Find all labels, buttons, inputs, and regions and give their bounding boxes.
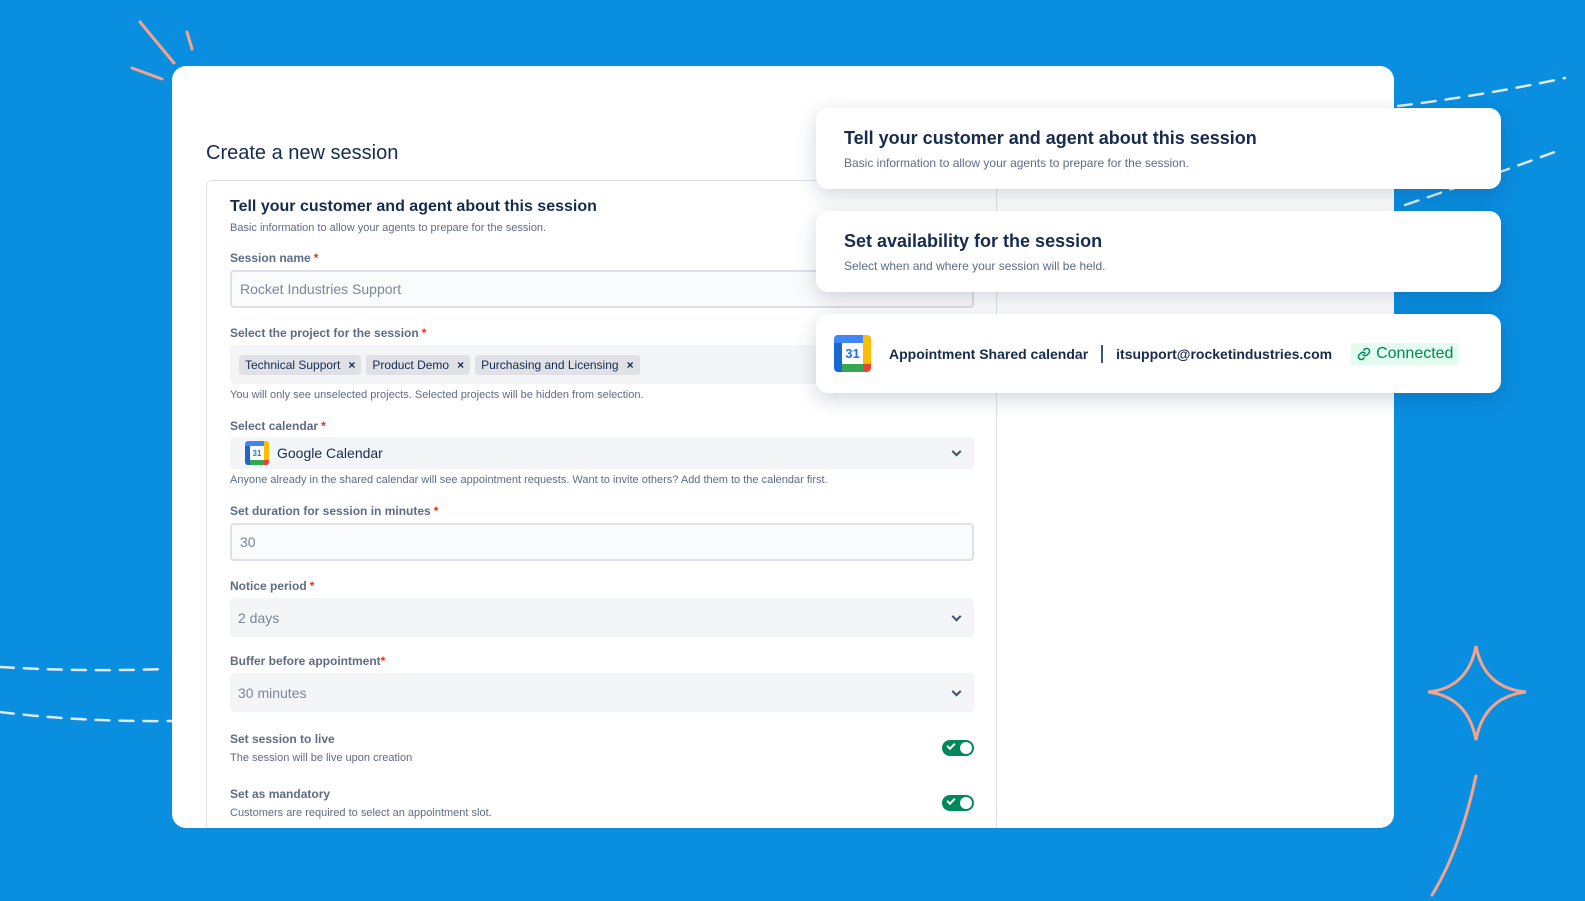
connected-calendar-email: itsupport@rocketindustries.com (1116, 345, 1333, 362)
remove-tag-icon[interactable]: × (348, 358, 355, 372)
page-title: Create a new session (206, 142, 399, 164)
info-card-title: Tell your customer and agent about this … (844, 128, 1257, 148)
connected-status-badge: Connected (1351, 342, 1460, 365)
info-summary-card: Tell your customer and agent about this … (816, 108, 1501, 189)
buffer-select[interactable]: 30 minutes (230, 673, 974, 712)
remove-tag-icon[interactable]: × (627, 358, 634, 372)
connection-row: 31 Appointment Shared calendar itsupport… (834, 314, 1460, 393)
required-marker: * (309, 579, 315, 593)
duration-label: Set duration for session in minutes * (230, 504, 439, 518)
mandatory-toggle[interactable] (942, 795, 974, 811)
live-toggle-description: The session will be live upon creation (230, 752, 413, 764)
connected-calendar-name: Appointment Shared calendar (889, 345, 1089, 362)
project-tag-purchasing-licensing: Purchasing and Licensing × (475, 354, 640, 375)
project-tag-technical-support: Technical Support × (239, 354, 362, 375)
calendar-select-label: Select calendar * (230, 419, 326, 433)
calendar-select[interactable]: 31 Google Calendar (230, 437, 974, 469)
chevron-down-icon (951, 446, 962, 457)
session-name-label: Session name * (230, 251, 319, 265)
required-marker: * (313, 251, 319, 265)
notice-period-label: Notice period * (230, 579, 315, 593)
section-title: Tell your customer and agent about this … (230, 198, 597, 215)
project-select-label: Select the project for the session * (230, 326, 427, 340)
mandatory-toggle-label: Set as mandatory (230, 787, 331, 801)
section-description: Basic information to allow your agents t… (230, 222, 547, 234)
duration-input[interactable]: 30 (230, 523, 974, 561)
required-marker: * (421, 326, 427, 340)
link-icon (1357, 347, 1371, 361)
required-marker: * (380, 654, 386, 668)
check-icon (946, 795, 956, 806)
project-helper-text: You will only see unselected projects. S… (230, 389, 644, 401)
info-card-description: Basic information to allow your agents t… (844, 156, 1189, 170)
google-calendar-icon: 31 (834, 335, 871, 372)
live-toggle[interactable] (942, 740, 974, 756)
availability-card-title: Set availability for the session (844, 231, 1103, 251)
availability-card-description: Select when and where your session will … (844, 259, 1106, 273)
calendar-connection-card: 31 Appointment Shared calendar itsupport… (816, 314, 1501, 393)
toggle-knob (960, 797, 972, 809)
remove-tag-icon[interactable]: × (457, 358, 464, 372)
buffer-label: Buffer before appointment* (230, 654, 386, 668)
calendar-helper-text: Anyone already in the shared calendar wi… (230, 474, 828, 486)
google-calendar-icon: 31 (245, 441, 269, 465)
project-tag-product-demo: Product Demo × (366, 354, 471, 375)
separator (1101, 344, 1104, 363)
chevron-down-icon (951, 686, 962, 697)
toggle-knob (960, 742, 972, 754)
check-icon (946, 740, 956, 751)
calendar-select-value: Google Calendar (277, 445, 383, 461)
required-marker: * (321, 419, 326, 433)
notice-period-select[interactable]: 2 days (230, 598, 974, 637)
live-toggle-label: Set session to live (230, 732, 335, 746)
mandatory-toggle-description: Customers are required to select an appo… (230, 807, 492, 819)
availability-summary-card: Set availability for the session Select … (816, 211, 1501, 292)
chevron-down-icon (951, 611, 962, 622)
required-marker: * (433, 504, 439, 518)
